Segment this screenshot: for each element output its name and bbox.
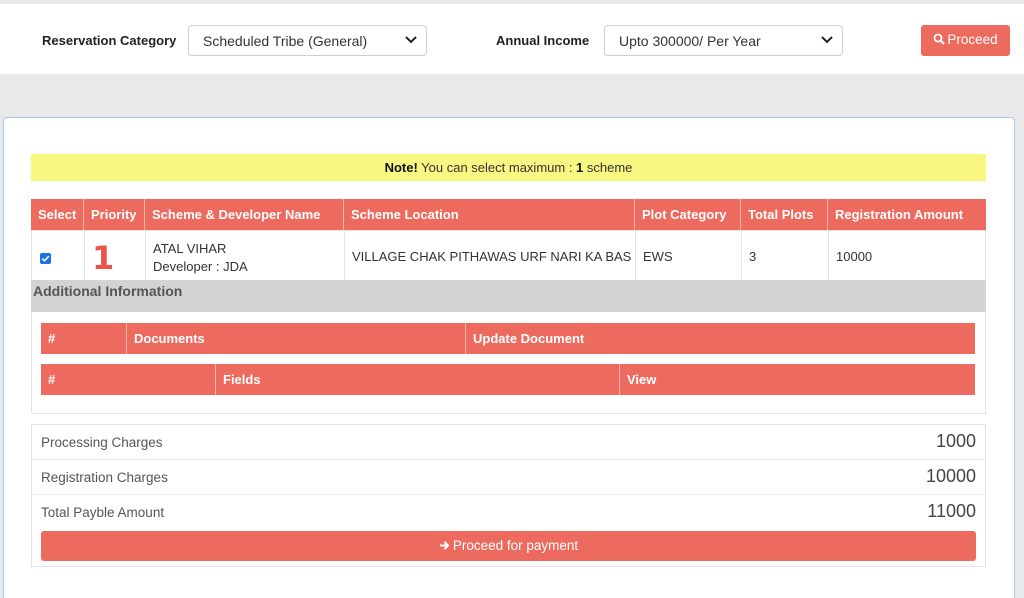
summary-row-total: Total Payble Amount 11000 <box>32 495 985 530</box>
total-payable-label: Total Payble Amount <box>41 505 165 520</box>
arrow-right-icon <box>439 541 450 550</box>
annual-income-label: Annual Income <box>496 33 590 48</box>
fields-table-header: # Fields View <box>41 364 975 395</box>
total-payable-value: 11000 <box>927 501 976 521</box>
header-plot-category: Plot Category <box>635 199 741 230</box>
documents-header-documents: Documents <box>127 323 466 354</box>
plot-category: EWS <box>636 231 742 281</box>
annual-income-value: Upto 300000/ Per Year <box>619 33 761 49</box>
registration-charges-value: 10000 <box>925 466 976 486</box>
reservation-category-label: Reservation Category <box>42 33 177 48</box>
fields-header-fields: Fields <box>216 364 620 395</box>
documents-table-header: # Documents Update Document <box>41 323 975 354</box>
proceed-button-label: Proceed <box>947 32 998 47</box>
proceed-for-payment-button[interactable]: Proceed for payment <box>41 531 976 561</box>
proceed-button[interactable]: Proceed <box>921 25 1010 56</box>
header-select: Select <box>31 199 84 230</box>
registration-charges-label: Registration Charges <box>41 470 168 485</box>
selection-note: Note! You can select maximum : 1 scheme <box>31 154 986 181</box>
note-suffix: scheme <box>583 160 633 175</box>
proceed-for-payment-label: Proceed for payment <box>452 538 579 553</box>
annual-income-select[interactable]: Upto 300000/ Per Year <box>604 25 843 56</box>
header-registration-amount: Registration Amount <box>835 207 964 222</box>
scheme-name: ATAL VIHAR <box>153 241 227 256</box>
documents-header-number: # <box>41 323 127 354</box>
header-scheme-developer-name: Scheme & Developer Name <box>145 199 344 230</box>
scheme-select-checkbox[interactable] <box>40 253 51 264</box>
header-scheme-location: Scheme Location <box>344 199 635 230</box>
note-prefix: Note! <box>384 160 418 175</box>
documents-header-update-document: Update Document <box>473 331 585 346</box>
fields-header-number: # <box>41 364 216 395</box>
reservation-category-value: Scheduled Tribe (General) <box>203 33 368 49</box>
select-cell <box>32 231 85 281</box>
filter-bar: Reservation Category Scheduled Tribe (Ge… <box>0 4 1024 74</box>
reservation-category-select[interactable]: Scheduled Tribe (General) <box>188 25 427 56</box>
summary-row-processing: Processing Charges 1000 <box>32 425 985 460</box>
chevron-down-icon <box>405 36 417 44</box>
summary-row-registration: Registration Charges 10000 <box>32 460 985 495</box>
additional-info-title: Additional Information <box>31 280 986 312</box>
processing-charges-label: Processing Charges <box>41 435 163 450</box>
search-icon <box>933 33 946 45</box>
note-text: You can select maximum : <box>417 160 577 175</box>
developer-name: Developer : JDA <box>153 259 248 274</box>
processing-charges-value: 1000 <box>935 431 976 451</box>
header-total-plots: Total Plots <box>741 199 828 230</box>
priority-cell: 1 <box>85 231 146 281</box>
scheme-location: VILLAGE CHAK PITHAWAS URF NARI KA BAS <box>345 231 636 281</box>
registration-amount: 10000 <box>836 249 873 264</box>
scheme-developer-cell: ATAL VIHAR Developer : JDA <box>146 231 345 281</box>
header-priority: Priority <box>84 199 145 230</box>
scheme-table-header: Select Priority Scheme & Developer Name … <box>31 199 986 230</box>
table-row: 1 ATAL VIHAR Developer : JDA VILLAGE CHA… <box>31 230 986 281</box>
fields-header-view: View <box>627 372 657 387</box>
priority-number: 1 <box>92 239 115 277</box>
chevron-down-icon <box>821 36 833 44</box>
checkmark-icon <box>41 255 50 262</box>
total-plots: 3 <box>742 231 829 281</box>
